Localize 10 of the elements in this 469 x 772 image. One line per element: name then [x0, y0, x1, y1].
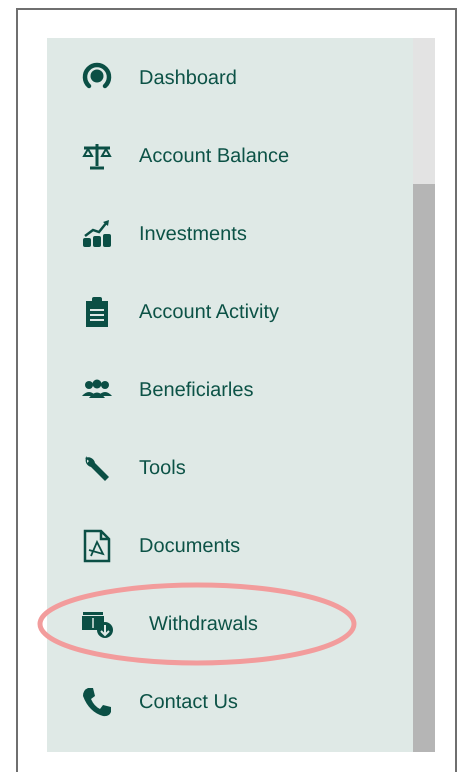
- nav-item[interactable]: Tools: [79, 450, 186, 486]
- nav-item[interactable]: Beneficiarles: [79, 372, 254, 408]
- nav-item[interactable]: Account Balance: [79, 138, 290, 174]
- nav-item[interactable]: Documents: [79, 528, 240, 564]
- nav-item[interactable]: Contact Us: [79, 684, 238, 720]
- scrollbar-thumb[interactable]: [413, 184, 435, 752]
- scrollbar[interactable]: [413, 38, 435, 752]
- nav-item[interactable]: Dashboard: [79, 60, 237, 96]
- nav-item[interactable]: Account Activity: [79, 294, 280, 330]
- nav-item[interactable]: Investments: [79, 216, 247, 252]
